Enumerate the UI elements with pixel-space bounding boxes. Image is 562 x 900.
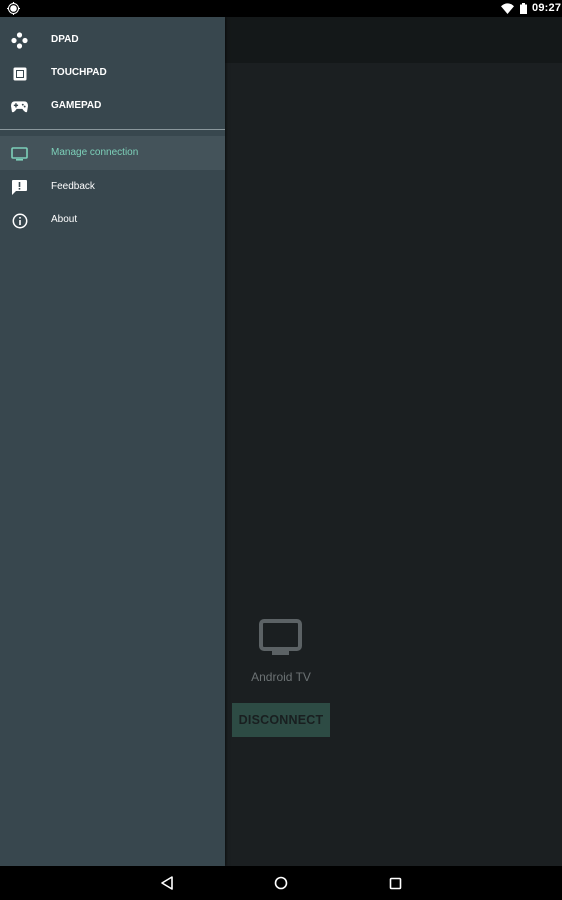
clock: 09:27 — [532, 2, 562, 14]
drawer-item-about[interactable]: About — [0, 203, 225, 237]
navigation-bar — [0, 866, 562, 900]
drawer-item-dpad[interactable]: DPAD — [0, 23, 225, 57]
device-name: Android TV — [251, 670, 311, 684]
home-icon — [274, 876, 288, 890]
drawer-divider — [0, 129, 225, 130]
drawer-item-label: Manage connection — [51, 147, 139, 158]
drawer-item-touchpad[interactable]: TOUCHPAD — [0, 56, 225, 90]
screen: Android TV DISCONNECT 09:27 DPAD TOUCHPA… — [0, 0, 562, 900]
wifi-icon — [501, 3, 514, 14]
navigation-drawer: DPAD TOUCHPAD GAMEPAD Manage connection … — [0, 17, 225, 866]
recents-icon — [389, 877, 401, 889]
disconnect-button[interactable]: DISCONNECT — [232, 703, 330, 737]
drawer-item-label: Feedback — [51, 181, 95, 192]
drawer-item-label: GAMEPAD — [51, 100, 102, 111]
back-button[interactable] — [147, 866, 187, 900]
drawer-item-manage-connection[interactable]: Manage connection — [0, 136, 225, 170]
recents-button[interactable] — [375, 866, 415, 900]
drawer-item-label: TOUCHPAD — [51, 67, 107, 78]
location-icon — [7, 2, 20, 15]
touchpad-icon — [11, 65, 28, 82]
status-bar: 09:27 — [0, 0, 562, 17]
drawer-item-feedback[interactable]: Feedback — [0, 170, 225, 204]
drawer-item-label: DPAD — [51, 34, 79, 45]
feedback-icon — [11, 179, 28, 196]
dpad-icon — [11, 32, 28, 49]
drawer-item-gamepad[interactable]: GAMEPAD — [0, 89, 225, 123]
tv-icon — [11, 145, 28, 162]
drawer-item-label: About — [51, 214, 78, 225]
back-icon — [161, 876, 173, 890]
gamepad-icon — [11, 98, 28, 115]
battery-icon — [520, 3, 527, 14]
home-button[interactable] — [261, 866, 301, 900]
tv-icon — [259, 619, 302, 655]
info-icon — [11, 212, 28, 229]
